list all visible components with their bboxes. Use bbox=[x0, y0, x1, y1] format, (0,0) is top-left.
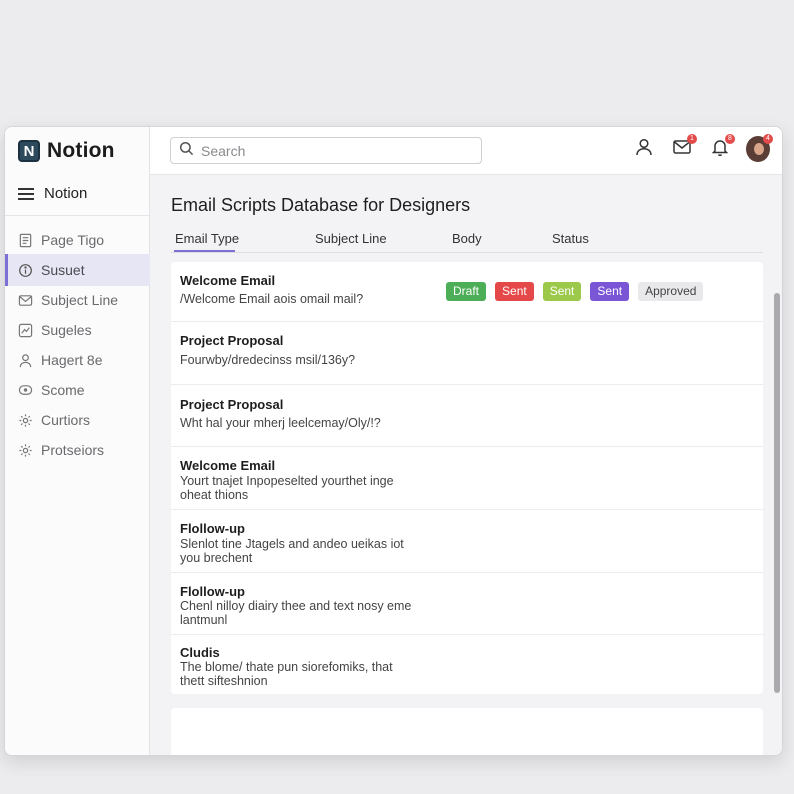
sidebar-item-label: Susuet bbox=[41, 262, 85, 278]
table-row[interactable]: Flollow-up Slenlot tine Jtagels and ande… bbox=[171, 510, 763, 573]
row-body: The blome/ thate pun siorefomiks, that t… bbox=[180, 660, 393, 688]
column-header-email-type[interactable]: Email Type bbox=[173, 231, 239, 252]
notion-logo-icon: N bbox=[18, 140, 40, 162]
sidebar-item-label: Sugeles bbox=[41, 322, 92, 338]
row-title: Flollow-up bbox=[180, 521, 245, 536]
sidebar-item-susuet[interactable]: Susuet bbox=[5, 254, 150, 286]
mail-icon bbox=[17, 292, 33, 308]
row-title: Project Proposal bbox=[180, 333, 284, 348]
search-icon bbox=[179, 141, 194, 161]
sidebar-item-label: Curtiors bbox=[41, 412, 91, 428]
sidebar-item-page-tigo[interactable]: Page Tigo bbox=[5, 224, 150, 256]
row-title: Cludis bbox=[180, 645, 220, 660]
sidebar-item-scome[interactable]: Scome bbox=[5, 374, 150, 406]
chat-icon bbox=[17, 382, 33, 398]
status-badge[interactable]: Draft bbox=[446, 282, 487, 301]
gear-icon bbox=[17, 442, 33, 458]
status-tags: Draft Sent Sent Sent Approved bbox=[446, 282, 704, 301]
row-title: Welcome Email bbox=[180, 273, 276, 288]
inbox-button[interactable]: 1 bbox=[670, 134, 697, 161]
table-row[interactable]: Project Proposal Wht hal your mherj leel… bbox=[171, 385, 763, 447]
person-icon bbox=[17, 352, 33, 368]
database-table: Welcome Email /Welcome Email aois omail … bbox=[171, 262, 763, 694]
notification-badge: 4 bbox=[763, 134, 773, 144]
sidebar-item-hagert[interactable]: Hagert 8e bbox=[5, 344, 150, 376]
column-headers: Email Type Subject Line Body Status bbox=[171, 231, 763, 253]
app-window: N Notion Notion Page Tigo Susuet Subject… bbox=[4, 126, 783, 756]
gear-icon bbox=[17, 412, 33, 428]
notifications-button[interactable]: 8 bbox=[708, 134, 735, 161]
divider bbox=[5, 215, 150, 216]
trend-icon bbox=[17, 322, 33, 338]
row-body: Slenlot tine Jtagels and andeo ueikas io… bbox=[180, 537, 404, 565]
sidebar-nav: Page Tigo Susuet Subject Line Sugeles Ha… bbox=[5, 224, 150, 464]
main-content: Email Scripts Database for Designers Ema… bbox=[150, 175, 782, 755]
table-row[interactable]: Welcome Email /Welcome Email aois omail … bbox=[171, 262, 763, 322]
status-badge[interactable]: Sent bbox=[495, 282, 534, 301]
search-input[interactable] bbox=[201, 142, 461, 159]
scrollbar-thumb[interactable] bbox=[774, 293, 780, 693]
row-body: Fourwby/dredecinss msil/136y? bbox=[180, 353, 356, 367]
row-title: Project Proposal bbox=[180, 397, 284, 412]
info-icon bbox=[17, 262, 33, 278]
workspace-label: Notion bbox=[44, 185, 88, 202]
row-body: Wht hal your mherj leelcemay/Oly/!? bbox=[180, 416, 381, 430]
scrollbar[interactable] bbox=[774, 293, 780, 693]
user-icon bbox=[634, 137, 654, 162]
status-badge[interactable]: Sent bbox=[542, 282, 582, 301]
sidebar-item-curtiors[interactable]: Curtiors bbox=[5, 404, 150, 436]
sidebar-item-subject-line[interactable]: Subject Line bbox=[5, 284, 150, 316]
column-header-status[interactable]: Status bbox=[552, 231, 589, 246]
table-footer-panel bbox=[171, 708, 763, 755]
notification-badge: 8 bbox=[725, 134, 735, 144]
table-row[interactable]: Cludis The blome/ thate pun siorefomiks,… bbox=[171, 635, 763, 694]
menu-icon[interactable] bbox=[18, 187, 34, 200]
account-button[interactable]: 4 bbox=[746, 134, 773, 162]
sidebar-item-label: Page Tigo bbox=[41, 232, 105, 248]
table-row[interactable]: Project Proposal Fourwby/dredecinss msil… bbox=[171, 322, 763, 385]
status-badge[interactable]: Approved bbox=[638, 282, 704, 301]
row-title: Welcome Email bbox=[180, 458, 276, 473]
row-body: Chenl nilloy diairy thee and text nosy e… bbox=[180, 599, 412, 627]
top-bar: 1 8 4 bbox=[150, 127, 782, 175]
table-row[interactable]: Welcome Email Yourt tnajet Inpopeselted … bbox=[171, 447, 763, 510]
sidebar-item-sugeles[interactable]: Sugeles bbox=[5, 314, 150, 346]
page-icon bbox=[17, 232, 33, 248]
status-badge[interactable]: Sent bbox=[590, 282, 630, 301]
search-box[interactable] bbox=[170, 137, 482, 164]
workspace-switcher[interactable]: Notion bbox=[18, 185, 87, 202]
table-row[interactable]: Flollow-up Chenl nilloy diairy thee and … bbox=[171, 573, 763, 635]
page-title: Email Scripts Database for Designers bbox=[171, 195, 471, 215]
sidebar-item-label: Hagert 8e bbox=[41, 352, 103, 368]
sidebar-item-label: Protseiors bbox=[41, 442, 105, 458]
brand[interactable]: N Notion bbox=[18, 139, 115, 163]
sidebar-item-protseiors[interactable]: Protseiors bbox=[5, 434, 150, 466]
sidebar-item-label: Subject Line bbox=[41, 292, 119, 308]
row-title: Flollow-up bbox=[180, 584, 245, 599]
app-name: Notion bbox=[47, 139, 115, 162]
column-header-body[interactable]: Body bbox=[452, 231, 482, 246]
sidebar-item-label: Scome bbox=[41, 382, 85, 398]
row-body: Yourt tnajet Inpopeselted yourthet inge … bbox=[180, 474, 394, 502]
sidebar: N Notion Notion Page Tigo Susuet Subject… bbox=[5, 127, 150, 755]
notification-badge: 1 bbox=[687, 134, 697, 144]
top-actions: 1 8 4 bbox=[632, 134, 773, 162]
column-header-subject-line[interactable]: Subject Line bbox=[315, 231, 387, 246]
profile-button[interactable] bbox=[632, 137, 656, 161]
row-body: /Welcome Email aois omail mail? bbox=[180, 292, 364, 306]
